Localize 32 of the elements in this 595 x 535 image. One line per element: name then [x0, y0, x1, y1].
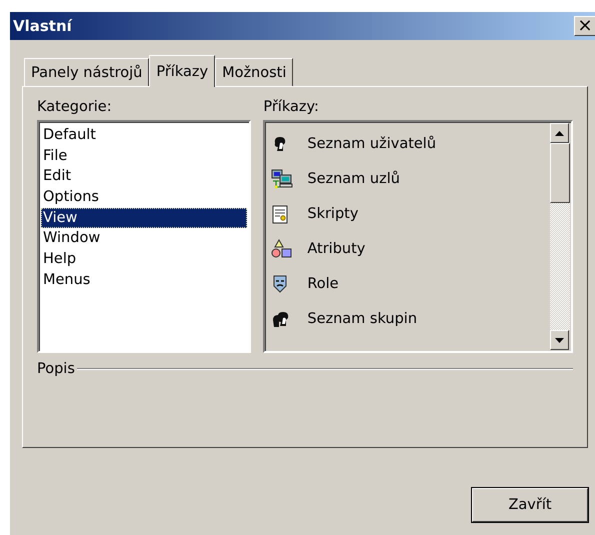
category-item[interactable]: Options: [41, 187, 248, 208]
command-item[interactable]: Role: [307, 276, 339, 292]
category-item[interactable]: Default: [41, 125, 248, 146]
shapes-icon: [271, 238, 294, 258]
category-item[interactable]: Edit: [41, 166, 248, 188]
command-item[interactable]: Seznam uzlů: [307, 170, 400, 186]
computers-icon: [271, 168, 294, 188]
scroll-down-button[interactable]: [550, 330, 569, 350]
close-dialog-button[interactable]: Zavřít: [472, 488, 588, 522]
command-item[interactable]: Seznam skupin: [307, 310, 418, 326]
command-item[interactable]: Skripty: [307, 206, 358, 222]
up-arrow-icon: [555, 130, 564, 136]
script-icon: [271, 204, 290, 224]
category-item[interactable]: Menus: [41, 270, 248, 290]
category-item[interactable]: File: [41, 146, 248, 166]
tab[interactable]: Příkazy: [149, 55, 216, 87]
description-label: Popis: [37, 361, 75, 377]
down-arrow-icon: [555, 338, 564, 342]
category-item[interactable]: View: [41, 208, 248, 228]
scroll-thumb[interactable]: [550, 143, 570, 203]
category-item[interactable]: Help: [41, 249, 248, 270]
commands-label: Příkazy:: [263, 99, 320, 115]
category-item[interactable]: Window: [41, 228, 248, 250]
command-item[interactable]: Atributy: [307, 240, 366, 256]
tab[interactable]: Možnosti: [215, 58, 294, 86]
command-item[interactable]: Seznam uživatelů: [307, 136, 436, 152]
window-title: Vlastní: [13, 17, 72, 35]
scroll-up-button[interactable]: [550, 123, 569, 143]
close-button[interactable]: ×: [574, 16, 595, 36]
categories-label: Kategorie:: [37, 99, 113, 115]
tab[interactable]: Panely nástrojů: [24, 58, 150, 86]
mask-icon: [271, 274, 290, 294]
